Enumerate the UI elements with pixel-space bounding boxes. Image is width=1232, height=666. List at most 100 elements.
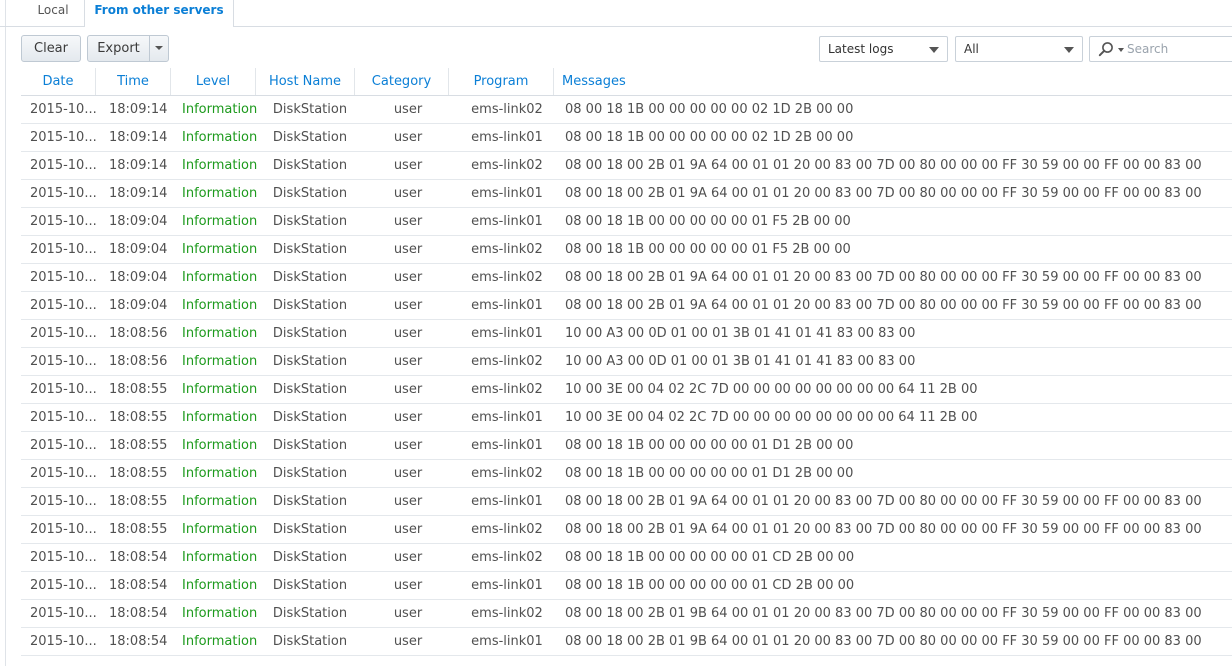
row-category: user (393, 242, 423, 257)
row-time: 18:09:04 (109, 298, 168, 313)
row-message: 08 00 18 1B 00 00 00 00 00 01 D1 2B 00 0… (565, 438, 854, 453)
row-date: 2015-10... (30, 298, 97, 313)
row-category: user (393, 494, 423, 509)
row-message: 08 00 18 1B 00 00 00 00 00 01 D1 2B 00 0… (565, 466, 854, 481)
column-header-category[interactable]: Category (355, 68, 449, 95)
row-category: user (393, 298, 423, 313)
tab-from-other-servers[interactable]: From other servers (84, 0, 234, 27)
row-host-name: DiskStation (272, 550, 348, 565)
row-time: 18:08:55 (109, 466, 168, 481)
row-host-name: DiskStation (272, 382, 348, 397)
row-message: 08 00 18 1B 00 00 00 00 00 01 F5 2B 00 0… (565, 242, 851, 257)
table-row[interactable]: 2015-10... 18:08:55 Information DiskStation… (21, 404, 1232, 432)
export-button[interactable]: Export (87, 35, 150, 62)
row-date: 2015-10... (30, 242, 97, 257)
table-row[interactable]: 2015-10... 18:08:55 Information DiskStation… (21, 460, 1232, 488)
tab-bar: Local From other servers (0, 0, 1232, 27)
row-program: ems-link01 (471, 186, 543, 201)
table-row[interactable]: 2015-10... 18:09:04 Information DiskStation… (21, 236, 1232, 264)
table-row[interactable]: 2015-10... 18:08:55 Information DiskStation… (21, 432, 1232, 460)
level-filter-value: All (964, 42, 979, 56)
row-message: 08 00 18 00 2B 01 9A 64 00 01 01 20 00 8… (565, 494, 1202, 509)
table-row[interactable]: 2015-10... 18:08:55 Information DiskStation… (21, 376, 1232, 404)
table-row[interactable]: 2015-10... 18:09:04 Information DiskStation… (21, 208, 1232, 236)
table-row[interactable]: 2015-10... 18:09:14 Information DiskStation… (21, 180, 1232, 208)
search-input[interactable] (1127, 40, 1232, 58)
row-date: 2015-10... (30, 214, 97, 229)
row-category: user (393, 130, 423, 145)
table-row[interactable]: 2015-10... 18:08:54 Information DiskStation… (21, 572, 1232, 600)
row-category: user (393, 382, 423, 397)
row-message: 08 00 18 1B 00 00 00 00 00 02 1D 2B 00 0… (565, 102, 854, 117)
table-row[interactable]: 2015-10... 18:08:56 Information DiskStation… (21, 348, 1232, 376)
row-host-name: DiskStation (272, 326, 348, 341)
row-host-name: DiskStation (272, 634, 348, 649)
row-time: 18:08:55 (109, 410, 168, 425)
row-host-name: DiskStation (272, 410, 348, 425)
table-row[interactable]: 2015-10... 18:08:54 Information DiskStation… (21, 628, 1232, 656)
dropdown-arrow-icon (1064, 47, 1074, 53)
table-row[interactable]: 2015-10... 18:09:14 Information DiskStation… (21, 96, 1232, 124)
tab-local[interactable]: Local (22, 0, 84, 26)
row-date: 2015-10... (30, 186, 97, 201)
row-host-name: DiskStation (272, 186, 348, 201)
row-host-name: DiskStation (272, 578, 348, 593)
row-time: 18:08:56 (109, 354, 168, 369)
table-row[interactable]: 2015-10... 18:08:55 Information DiskStation… (21, 488, 1232, 516)
log-source-select[interactable]: Latest logs (819, 36, 948, 62)
row-category: user (393, 354, 423, 369)
row-message: 08 00 18 00 2B 01 9A 64 00 01 01 20 00 8… (565, 522, 1202, 537)
row-category: user (393, 606, 423, 621)
search-options-icon[interactable] (1118, 48, 1124, 52)
level-filter-select[interactable]: All (955, 36, 1083, 62)
export-dropdown-button[interactable] (149, 35, 169, 62)
row-host-name: DiskStation (272, 214, 348, 229)
dropdown-arrow-icon (929, 47, 939, 53)
row-host-name: DiskStation (272, 494, 348, 509)
table-row[interactable]: 2015-10... 18:08:54 Information DiskStation… (21, 600, 1232, 628)
table-row[interactable]: 2015-10... 18:09:14 Information DiskStation… (21, 124, 1232, 152)
row-host-name: DiskStation (272, 130, 348, 145)
chevron-down-icon (155, 45, 163, 50)
search-icon[interactable] (1098, 41, 1114, 57)
column-header-messages[interactable]: Messages (554, 68, 1232, 95)
column-header-time[interactable]: Time (96, 68, 171, 95)
row-category: user (393, 634, 423, 649)
row-program: ems-link02 (471, 550, 543, 565)
row-date: 2015-10... (30, 410, 97, 425)
column-header-program[interactable]: Program (449, 68, 554, 95)
table-row[interactable]: 2015-10... 18:08:55 Information DiskStation… (21, 516, 1232, 544)
table-row[interactable]: 2015-10... 18:08:56 Information DiskStation… (21, 320, 1232, 348)
row-time: 18:09:14 (109, 158, 168, 173)
table-row[interactable]: 2015-10... 18:08:54 Information DiskStation… (21, 544, 1232, 572)
row-date: 2015-10... (30, 606, 97, 621)
table-row[interactable]: 2015-10... 18:09:04 Information DiskStation… (21, 264, 1232, 292)
clear-button[interactable]: Clear (21, 35, 81, 62)
row-host-name: DiskStation (272, 158, 348, 173)
row-message: 08 00 18 00 2B 01 9B 64 00 01 01 20 00 8… (565, 606, 1202, 621)
row-time: 18:09:14 (109, 130, 168, 145)
row-category: user (393, 578, 423, 593)
row-category: user (393, 158, 423, 173)
table-row[interactable]: 2015-10... 18:09:14 Information DiskStation… (21, 152, 1232, 180)
row-time: 18:08:54 (109, 550, 168, 565)
column-header-host-name[interactable]: Host Name (256, 68, 355, 95)
row-time: 18:09:14 (109, 102, 168, 117)
table-row[interactable]: 2015-10... 18:09:04 Information DiskStation… (21, 292, 1232, 320)
row-message: 08 00 18 00 2B 01 9B 64 00 01 01 20 00 8… (565, 634, 1202, 649)
row-host-name: DiskStation (272, 298, 348, 313)
row-date: 2015-10... (30, 270, 97, 285)
row-program: ems-link02 (471, 242, 543, 257)
row-program: ems-link01 (471, 634, 543, 649)
row-category: user (393, 466, 423, 481)
row-category: user (393, 186, 423, 201)
search-box[interactable] (1089, 36, 1232, 62)
row-category: user (393, 550, 423, 565)
column-header-date[interactable]: Date (21, 68, 96, 95)
column-header-level[interactable]: Level (171, 68, 256, 95)
row-program: ems-link01 (471, 578, 543, 593)
row-host-name: DiskStation (272, 466, 348, 481)
row-time: 18:08:54 (109, 578, 168, 593)
row-message: 10 00 3E 00 04 02 2C 7D 00 00 00 00 00 0… (565, 382, 978, 397)
log-center-window: Local From other servers Clear Export La… (0, 0, 1232, 666)
